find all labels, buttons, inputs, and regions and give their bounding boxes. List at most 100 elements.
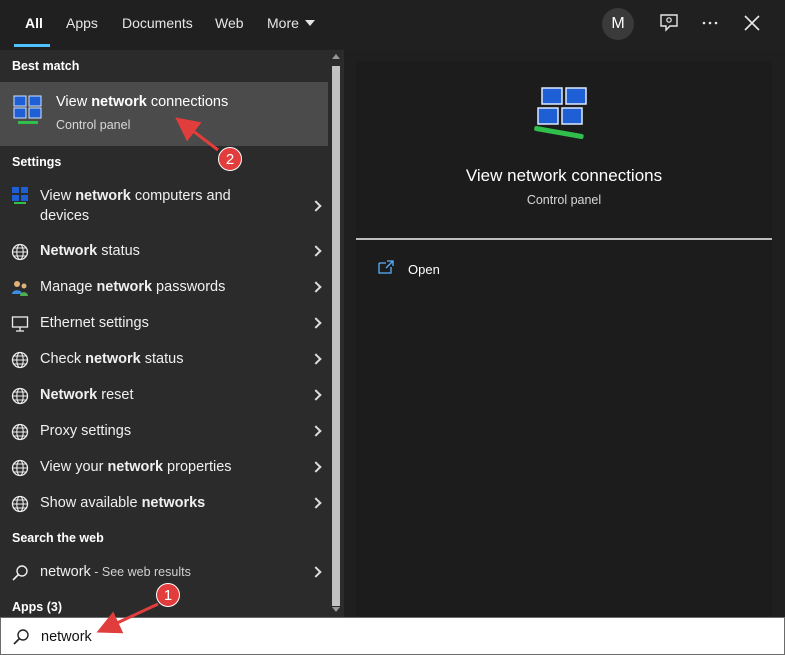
scrollbar-thumb[interactable] bbox=[332, 66, 340, 606]
settings-item-proxy[interactable]: Proxy settings bbox=[0, 414, 328, 450]
settings-item-check-network-status[interactable]: Check network status bbox=[0, 342, 328, 378]
chevron-down-icon bbox=[304, 20, 315, 26]
users-icon bbox=[12, 281, 28, 296]
network-connections-icon bbox=[534, 87, 587, 139]
globe-icon bbox=[11, 351, 29, 369]
settings-item-label: Check network status bbox=[40, 351, 183, 367]
settings-item-ethernet[interactable]: Ethernet settings bbox=[0, 306, 328, 342]
chevron-right-icon[interactable] bbox=[310, 200, 322, 212]
settings-item-label: View your network properties bbox=[40, 459, 232, 475]
best-match-title-post: connections bbox=[146, 94, 229, 110]
preview-subtitle: Control panel bbox=[526, 193, 602, 207]
settings-item-label: Show available networks bbox=[40, 495, 205, 511]
scroll-up-arrow-icon[interactable] bbox=[332, 54, 340, 59]
label-pre: Show available bbox=[40, 495, 142, 511]
label-bold: network bbox=[107, 459, 164, 475]
tab-documents[interactable]: Documents bbox=[122, 0, 193, 50]
label-bold: network bbox=[85, 351, 141, 367]
divider bbox=[356, 238, 772, 240]
chevron-right-icon[interactable] bbox=[310, 245, 322, 257]
settings-item-label: Proxy settings bbox=[40, 423, 131, 439]
chevron-right-icon[interactable] bbox=[310, 317, 322, 329]
tab-all[interactable]: All bbox=[25, 0, 43, 50]
feedback-icon[interactable] bbox=[658, 12, 680, 34]
top-bar: All Apps Documents Web More M bbox=[0, 0, 785, 50]
settings-item-network-properties[interactable]: View your network properties bbox=[0, 450, 328, 486]
globe-icon bbox=[11, 459, 29, 477]
preview-panel: View network connections Control panel O… bbox=[356, 62, 772, 617]
chevron-right-icon[interactable] bbox=[310, 281, 322, 293]
open-action[interactable]: Open bbox=[378, 258, 498, 280]
network-connections-icon bbox=[13, 95, 42, 124]
chevron-right-icon[interactable] bbox=[310, 566, 322, 578]
section-apps: Apps (3) bbox=[12, 600, 62, 614]
best-match-title-pre: View bbox=[56, 94, 92, 110]
label-pre: Ethernet settings bbox=[40, 315, 149, 331]
settings-item-label-line2: devices bbox=[40, 208, 90, 224]
annotation-badge-2: 2 bbox=[218, 147, 242, 171]
search-bar[interactable]: network bbox=[0, 617, 785, 655]
label-post: status bbox=[97, 243, 140, 259]
active-tab-indicator bbox=[14, 44, 50, 47]
label-pre: Check bbox=[40, 351, 86, 367]
more-options-icon[interactable] bbox=[699, 12, 721, 34]
best-match-subtitle: Control panel bbox=[56, 118, 131, 132]
settings-item-network-computers[interactable]: View network computers and devices bbox=[0, 180, 328, 230]
web-suffix: - See web results bbox=[90, 565, 191, 579]
best-match-title: View network connections bbox=[56, 94, 228, 110]
network-computers-icon bbox=[12, 187, 28, 204]
web-result-label: network - See web results bbox=[40, 564, 191, 580]
web-query: network bbox=[40, 564, 91, 580]
label-bold: Network bbox=[40, 243, 98, 259]
settings-item-network-reset[interactable]: Network reset bbox=[0, 378, 328, 414]
label-pre: Proxy settings bbox=[40, 423, 132, 439]
settings-item-label: Manage network passwords bbox=[40, 279, 225, 295]
tab-more[interactable]: More bbox=[267, 0, 315, 50]
label-bold: Network bbox=[40, 387, 98, 403]
open-label: Open bbox=[408, 262, 440, 277]
label-bold: network bbox=[96, 279, 153, 295]
section-settings: Settings bbox=[12, 155, 62, 169]
results-panel: Best match View network connections Cont… bbox=[0, 50, 328, 617]
settings-item-available-networks[interactable]: Show available networks bbox=[0, 486, 328, 522]
chevron-right-icon[interactable] bbox=[310, 497, 322, 509]
section-search-web: Search the web bbox=[12, 531, 104, 545]
close-icon[interactable] bbox=[741, 12, 763, 34]
settings-item-manage-passwords[interactable]: Manage network passwords bbox=[0, 270, 328, 306]
annotation-badge-1: 1 bbox=[156, 583, 180, 607]
label-post: reset bbox=[97, 387, 134, 403]
search-icon bbox=[12, 565, 28, 581]
settings-item-label: Network status bbox=[40, 243, 140, 259]
label-bold: networks bbox=[141, 495, 206, 511]
chevron-right-icon[interactable] bbox=[310, 389, 322, 401]
label-post: status bbox=[140, 351, 184, 367]
globe-icon bbox=[11, 495, 29, 513]
best-match-item[interactable]: View network connections Control panel bbox=[0, 82, 328, 146]
settings-item-label: Network reset bbox=[40, 387, 133, 403]
search-icon bbox=[13, 629, 29, 645]
settings-item-network-status[interactable]: Network status bbox=[0, 234, 328, 270]
tab-web[interactable]: Web bbox=[215, 0, 244, 50]
avatar[interactable]: M bbox=[602, 8, 634, 40]
settings-item-label: View network computers and bbox=[40, 188, 231, 204]
label-post: properties bbox=[163, 459, 232, 475]
label-pre: View your bbox=[40, 459, 108, 475]
label-pre: View bbox=[40, 188, 76, 204]
ethernet-icon bbox=[11, 316, 29, 332]
label-post: computers and bbox=[130, 188, 231, 204]
label-post: passwords bbox=[152, 279, 226, 295]
globe-icon bbox=[11, 423, 29, 441]
tab-apps[interactable]: Apps bbox=[66, 0, 98, 50]
scroll-down-arrow-icon[interactable] bbox=[332, 607, 340, 612]
label-bold: network bbox=[75, 188, 131, 204]
globe-icon bbox=[11, 243, 29, 261]
chevron-right-icon[interactable] bbox=[310, 425, 322, 437]
results-scrollbar[interactable] bbox=[328, 50, 344, 617]
settings-item-label: Ethernet settings bbox=[40, 315, 149, 331]
chevron-right-icon[interactable] bbox=[310, 353, 322, 365]
tab-more-label: More bbox=[267, 15, 299, 31]
open-icon bbox=[378, 260, 394, 274]
preview-title: View network connections bbox=[465, 166, 663, 185]
search-input[interactable]: network bbox=[41, 629, 92, 645]
chevron-right-icon[interactable] bbox=[310, 461, 322, 473]
